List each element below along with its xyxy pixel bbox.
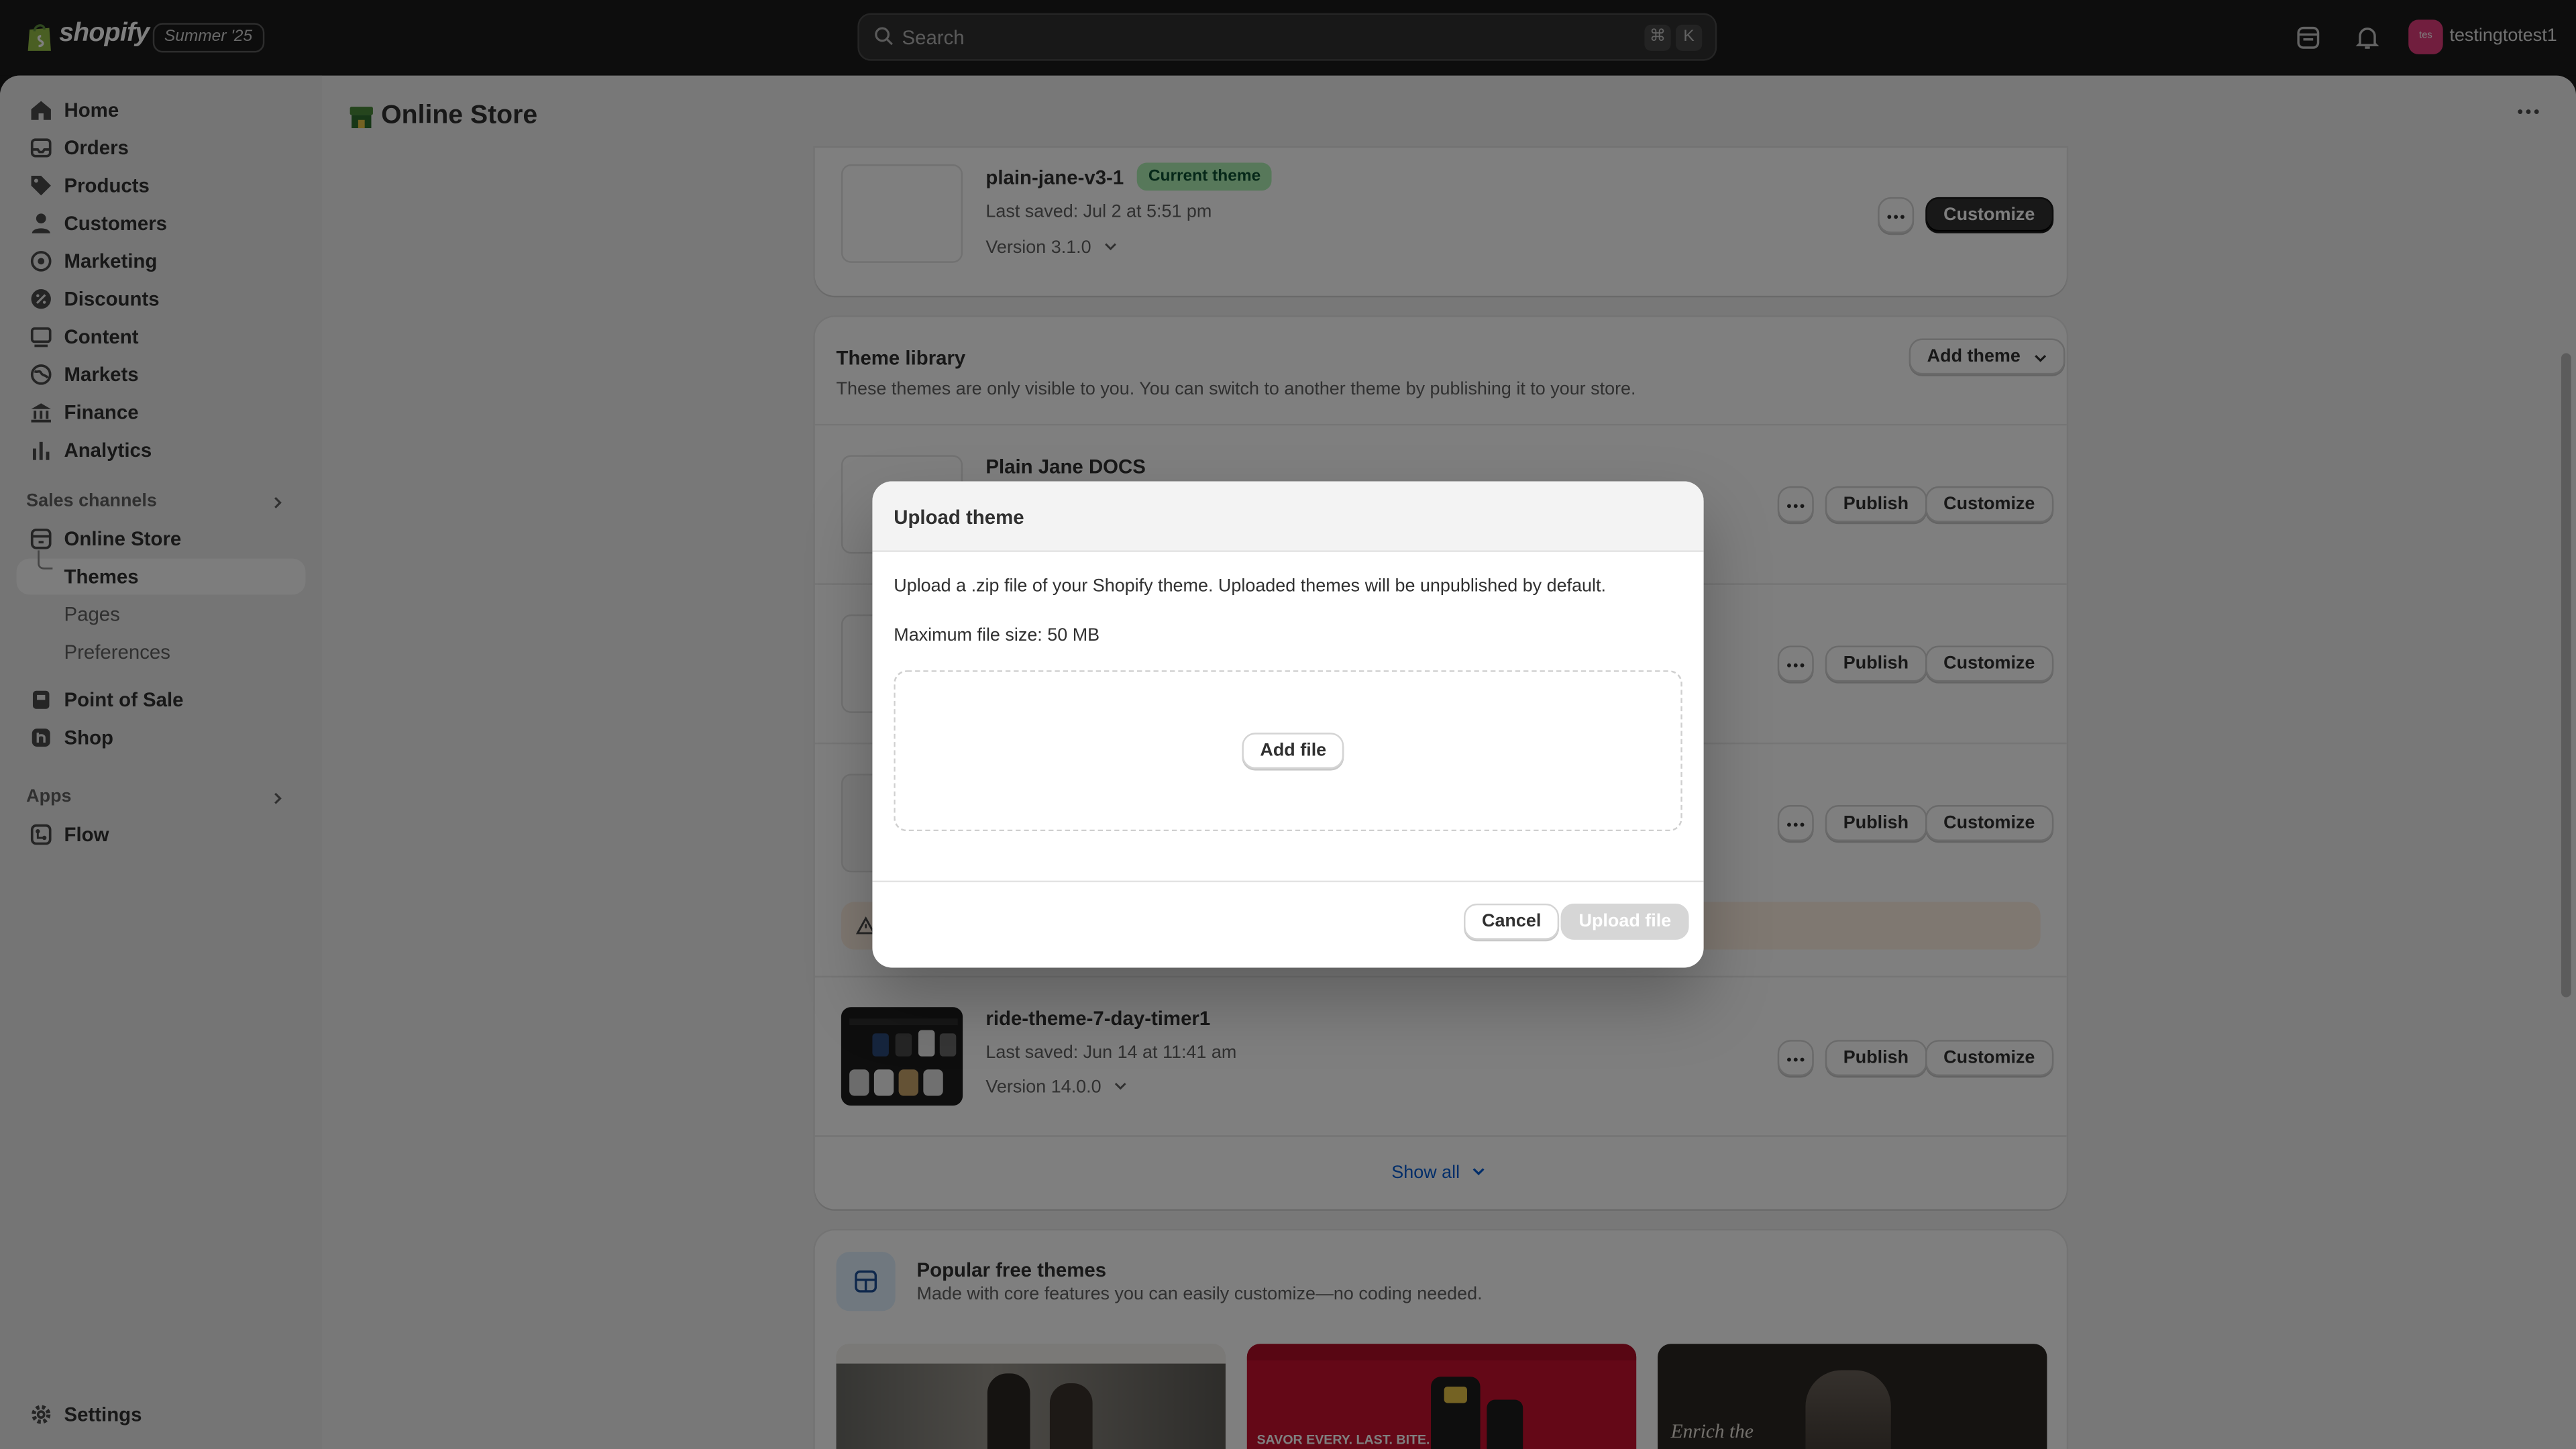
upload-file-button[interactable]: Upload file bbox=[1560, 903, 1690, 940]
modal-title: Upload theme bbox=[894, 506, 1024, 529]
modal-description: Upload a .zip file of your Shopify theme… bbox=[894, 576, 1607, 596]
add-file-button[interactable]: Add file bbox=[1242, 733, 1345, 769]
modal-header: Upload theme bbox=[872, 481, 1704, 552]
file-dropzone[interactable]: Add file bbox=[894, 670, 1682, 832]
max-file-size: Maximum file size: 50 MB bbox=[894, 626, 1100, 646]
cancel-button[interactable]: Cancel bbox=[1464, 903, 1560, 940]
upload-theme-dialog: Upload theme Upload a .zip file of your … bbox=[872, 481, 1704, 968]
divider bbox=[872, 880, 1704, 883]
